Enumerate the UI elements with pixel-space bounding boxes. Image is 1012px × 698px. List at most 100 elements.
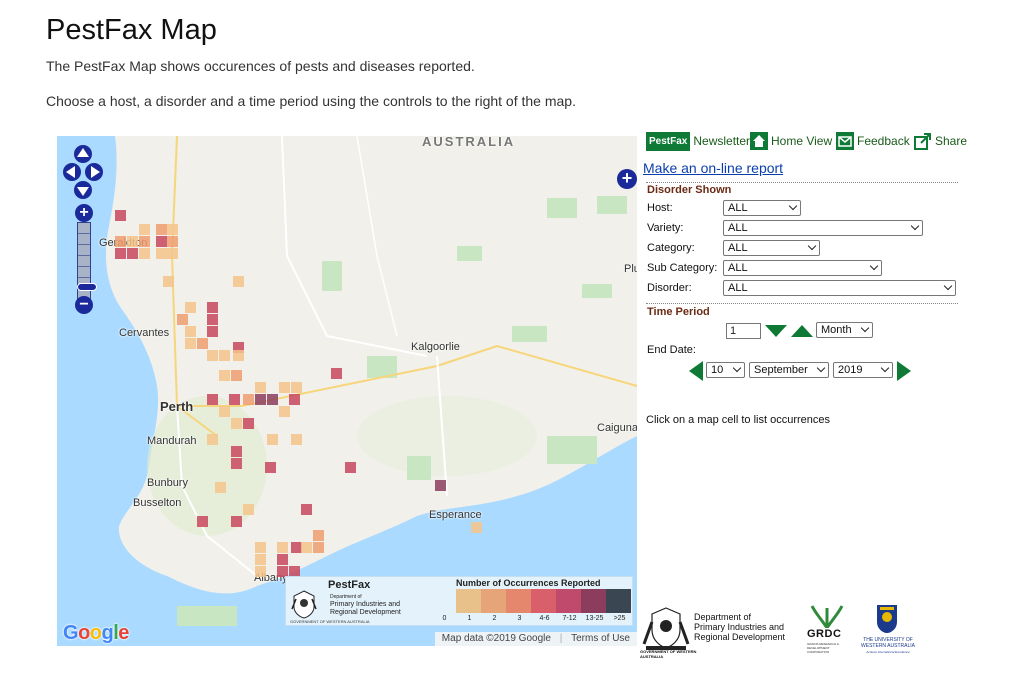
- map-cell[interactable]: [139, 224, 150, 235]
- map-cell[interactable]: [243, 504, 254, 515]
- period-increase-arrow-icon[interactable]: [790, 324, 814, 338]
- map-cell[interactable]: [231, 458, 242, 469]
- feedback-button[interactable]: Feedback: [836, 130, 910, 152]
- map-cell[interactable]: [197, 516, 208, 527]
- map-cell[interactable]: [233, 276, 244, 287]
- variety-select[interactable]: ALL: [723, 220, 923, 236]
- partner-logos: Department of Primary Industries and Reg…: [640, 600, 930, 659]
- end-day-select[interactable]: 10: [706, 362, 745, 378]
- map-cell[interactable]: [301, 504, 312, 515]
- map-cell[interactable]: [229, 394, 240, 405]
- map-cell[interactable]: [219, 370, 230, 381]
- pan-control[interactable]: [63, 144, 103, 200]
- map-cell[interactable]: [207, 302, 218, 313]
- map-cell[interactable]: [177, 314, 188, 325]
- zoom-slider-thumb[interactable]: [77, 283, 97, 291]
- previous-date-arrow-icon[interactable]: [688, 360, 704, 382]
- map-cell[interactable]: [255, 566, 266, 577]
- map-cell[interactable]: [167, 224, 178, 235]
- map-cell[interactable]: [279, 382, 290, 393]
- map-cell[interactable]: [219, 350, 230, 361]
- disorder-select[interactable]: ALL: [723, 280, 956, 296]
- map-cell[interactable]: [345, 462, 356, 473]
- map-cell[interactable]: [301, 542, 312, 553]
- map-cell[interactable]: [167, 236, 178, 247]
- map-cell[interactable]: [313, 530, 324, 541]
- map-cell[interactable]: [265, 462, 276, 473]
- map-cell[interactable]: [207, 394, 218, 405]
- map-cell[interactable]: [243, 418, 254, 429]
- map-cell[interactable]: [185, 338, 196, 349]
- map-cell[interactable]: [127, 248, 138, 259]
- map-cell[interactable]: [277, 554, 288, 565]
- map-cell[interactable]: [291, 434, 302, 445]
- map-cell[interactable]: [207, 434, 218, 445]
- map-cell[interactable]: [231, 446, 242, 457]
- map-cell[interactable]: [127, 236, 138, 247]
- pestfax-map[interactable]: AUSTRALIA Geraldton Cervantes Kalgoorlie…: [57, 136, 637, 646]
- instructions-text: Choose a host, a disorder and a time per…: [46, 93, 576, 109]
- share-button[interactable]: Share: [914, 130, 967, 152]
- map-cell[interactable]: [231, 516, 242, 527]
- map-cell[interactable]: [215, 482, 226, 493]
- online-report-link[interactable]: Make an on-line report: [643, 160, 783, 176]
- map-cell[interactable]: [331, 368, 342, 379]
- map-cell[interactable]: [255, 542, 266, 553]
- map-cell[interactable]: [291, 382, 302, 393]
- map-cell[interactable]: [255, 382, 266, 393]
- home-view-button[interactable]: Home View: [750, 130, 832, 152]
- category-select[interactable]: ALL: [723, 240, 820, 256]
- map-cell[interactable]: [255, 394, 266, 405]
- map-cell[interactable]: [471, 522, 482, 533]
- map-cell[interactable]: [267, 394, 278, 405]
- zoom-control[interactable]: + −: [75, 204, 97, 316]
- map-cell[interactable]: [231, 418, 242, 429]
- map-cell[interactable]: [156, 224, 167, 235]
- map-cell[interactable]: [156, 236, 167, 247]
- terms-of-use-link[interactable]: Terms of Use: [571, 633, 630, 644]
- map-cell[interactable]: [255, 554, 266, 565]
- map-cell[interactable]: [207, 314, 218, 325]
- legend-swatch: [531, 589, 556, 613]
- map-cell[interactable]: [115, 248, 126, 259]
- home-icon: [750, 132, 768, 150]
- zoom-out-button[interactable]: −: [75, 296, 93, 314]
- map-cell[interactable]: [435, 480, 446, 491]
- zoom-in-button[interactable]: +: [75, 204, 93, 222]
- map-cell[interactable]: [139, 236, 150, 247]
- map-cell[interactable]: [197, 338, 208, 349]
- newsletter-link[interactable]: PestFax Newsletter: [646, 130, 750, 152]
- map-label-perth: Perth: [160, 399, 194, 414]
- map-cell[interactable]: [185, 326, 196, 337]
- map-cell[interactable]: [185, 302, 196, 313]
- end-month-select[interactable]: September: [749, 362, 829, 378]
- map-cell[interactable]: [277, 542, 288, 553]
- map-cell[interactable]: [219, 406, 230, 417]
- map-cell[interactable]: [289, 394, 300, 405]
- period-decrease-arrow-icon[interactable]: [764, 324, 788, 338]
- map-cell[interactable]: [207, 350, 218, 361]
- period-count-input[interactable]: 1: [726, 323, 761, 339]
- map-cell[interactable]: [139, 248, 150, 259]
- map-cell[interactable]: [156, 248, 167, 259]
- map-cell[interactable]: [231, 370, 242, 381]
- map-cell[interactable]: [167, 248, 178, 259]
- map-cell[interactable]: [233, 350, 244, 361]
- legend-tick-label: 7-12: [562, 615, 577, 622]
- map-cell[interactable]: [267, 434, 278, 445]
- layer-switcher-button[interactable]: +: [617, 169, 637, 189]
- map-cell[interactable]: [313, 542, 324, 553]
- subcategory-select[interactable]: ALL: [723, 260, 882, 276]
- period-unit-select[interactable]: Month: [816, 322, 873, 338]
- next-date-arrow-icon[interactable]: [896, 360, 912, 382]
- map-cell[interactable]: [115, 210, 126, 221]
- map-cell[interactable]: [115, 236, 126, 247]
- map-cell[interactable]: [243, 394, 254, 405]
- map-cell[interactable]: [163, 276, 174, 287]
- host-select[interactable]: ALL: [723, 200, 801, 216]
- map-cell[interactable]: [279, 406, 290, 417]
- map-cell[interactable]: [207, 326, 218, 337]
- end-year-select[interactable]: 2019: [833, 362, 893, 378]
- zoom-slider[interactable]: [77, 222, 97, 300]
- wa-crest-icon: [291, 590, 317, 619]
